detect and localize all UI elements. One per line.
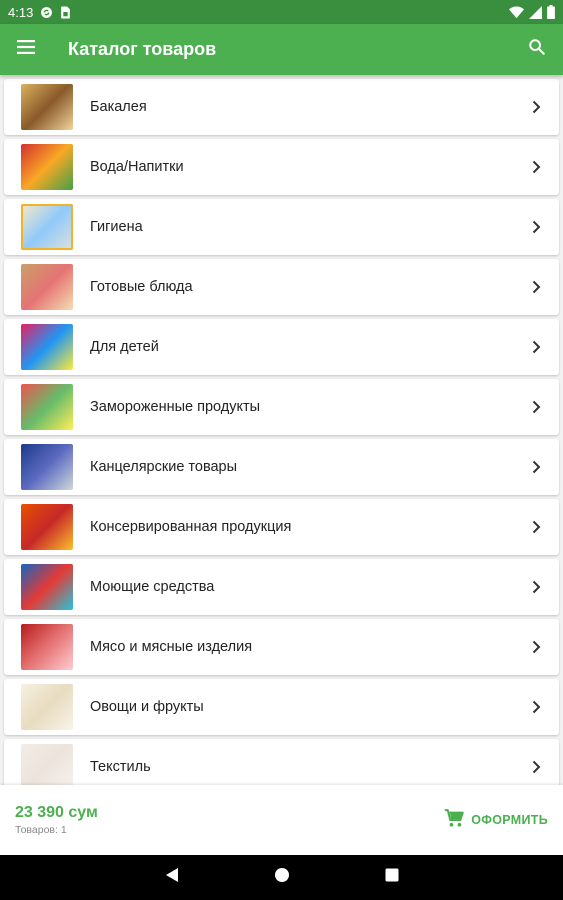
chevron-right-icon <box>527 338 545 356</box>
hamburger-menu-icon <box>17 40 35 59</box>
chevron-right-icon <box>527 218 545 236</box>
cart-icon <box>444 809 465 831</box>
chevron-right-icon <box>527 518 545 536</box>
category-thumbnail <box>21 324 73 370</box>
recents-icon <box>385 868 399 887</box>
battery-icon <box>547 5 555 19</box>
category-item[interactable]: Канцелярские товары <box>4 439 559 495</box>
chevron-right-icon <box>527 278 545 296</box>
cart-total: 23 390 сум Товаров: 1 <box>15 804 98 836</box>
category-item[interactable]: Текстиль <box>4 739 559 785</box>
search-button[interactable] <box>511 24 563 75</box>
category-label: Гигиена <box>90 219 143 235</box>
category-thumbnail <box>21 744 73 785</box>
chevron-right-icon <box>527 758 545 776</box>
wifi-icon <box>509 6 524 19</box>
category-item[interactable]: Готовые блюда <box>4 259 559 315</box>
cart-bar: 23 390 сум Товаров: 1 ОФОРМИТЬ <box>0 785 563 855</box>
category-thumbnail <box>21 684 73 730</box>
category-label: Текстиль <box>90 759 151 775</box>
recents-button[interactable] <box>385 868 399 887</box>
search-icon <box>528 38 546 61</box>
status-left: 4:13 <box>8 5 71 20</box>
chevron-right-icon <box>527 458 545 476</box>
category-thumbnail <box>21 564 73 610</box>
sync-icon <box>40 6 53 19</box>
system-nav-bar <box>0 855 563 900</box>
back-icon <box>165 867 179 888</box>
back-button[interactable] <box>165 867 179 888</box>
cart-total-amount: 23 390 сум <box>15 804 98 821</box>
category-item[interactable]: Замороженные продукты <box>4 379 559 435</box>
category-thumbnail <box>21 504 73 550</box>
category-item[interactable]: Овощи и фрукты <box>4 679 559 735</box>
category-item[interactable]: Моющие средства <box>4 559 559 615</box>
chevron-right-icon <box>527 98 545 116</box>
category-item[interactable]: Для детей <box>4 319 559 375</box>
category-item[interactable]: Гигиена <box>4 199 559 255</box>
checkout-label: ОФОРМИТЬ <box>471 813 548 827</box>
category-thumbnail <box>21 384 73 430</box>
status-time: 4:13 <box>8 4 34 20</box>
category-label: Консервированная продукция <box>90 519 292 535</box>
checkout-button[interactable]: ОФОРМИТЬ <box>444 809 548 831</box>
cart-item-count: Товаров: 1 <box>15 824 67 836</box>
chevron-right-icon <box>527 398 545 416</box>
status-right <box>509 5 555 19</box>
category-label: Готовые блюда <box>90 279 193 295</box>
category-label: Замороженные продукты <box>90 399 261 415</box>
category-item[interactable]: Бакалея <box>4 79 559 135</box>
chevron-right-icon <box>527 578 545 596</box>
signal-icon <box>529 5 542 19</box>
chevron-right-icon <box>527 698 545 716</box>
sim-card-icon <box>60 6 71 19</box>
category-thumbnail <box>21 204 73 250</box>
category-label: Для детей <box>90 339 159 355</box>
category-label: Овощи и фрукты <box>90 699 204 715</box>
app-bar: Каталог товаров <box>0 24 563 75</box>
status-bar: 4:13 <box>0 0 563 24</box>
category-thumbnail <box>21 444 73 490</box>
category-thumbnail <box>21 264 73 310</box>
category-label: Моющие средства <box>90 579 215 595</box>
category-item[interactable]: Консервированная продукция <box>4 499 559 555</box>
category-thumbnail <box>21 624 73 670</box>
chevron-right-icon <box>527 158 545 176</box>
category-thumbnail <box>21 144 73 190</box>
category-item[interactable]: Вода/Напитки <box>4 139 559 195</box>
category-label: Мясо и мясные изделия <box>90 639 253 655</box>
category-label: Вода/Напитки <box>90 159 184 175</box>
home-icon <box>274 867 290 888</box>
category-thumbnail <box>21 84 73 130</box>
category-item[interactable]: Мясо и мясные изделия <box>4 619 559 675</box>
category-label: Бакалея <box>90 99 147 115</box>
menu-button[interactable] <box>0 24 52 75</box>
category-label: Канцелярские товары <box>90 459 238 475</box>
chevron-right-icon <box>527 638 545 656</box>
home-button[interactable] <box>274 867 290 888</box>
page-title: Каталог товаров <box>68 39 217 59</box>
category-list[interactable]: Бакалея Вода/Напитки Гигиена Готовые блюда Д… <box>0 75 563 785</box>
